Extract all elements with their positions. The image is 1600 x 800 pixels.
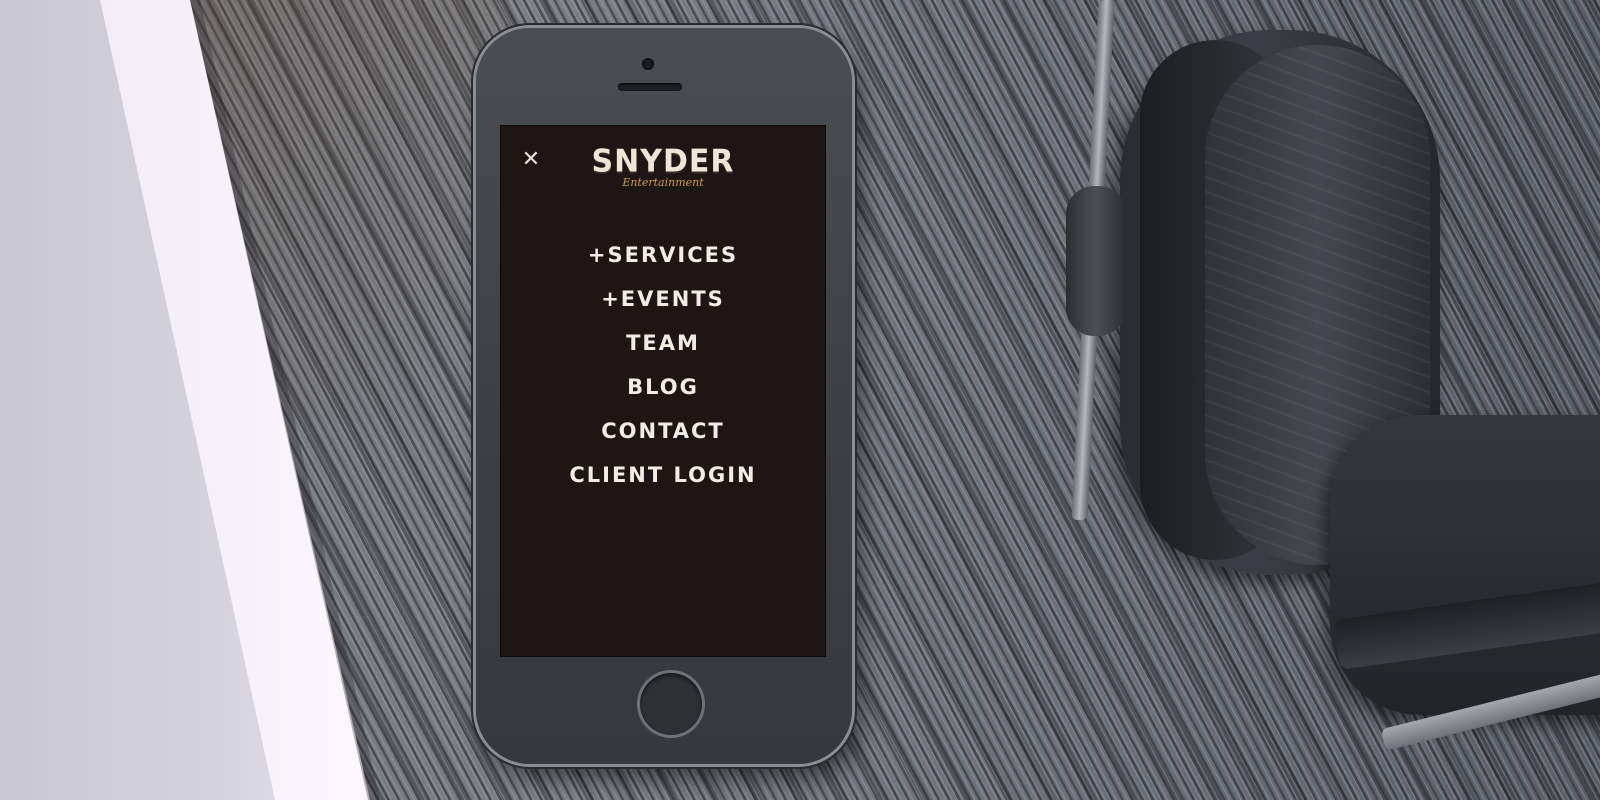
headphone-hinge — [1066, 186, 1126, 336]
menu-item-contact[interactable]: CONTACT — [500, 409, 826, 453]
phone-screen: ✕ SNYDER Entertainment +SERVICES +EVENTS… — [500, 125, 826, 657]
menu-item-blog[interactable]: BLOG — [500, 365, 826, 409]
site-logo[interactable]: SNYDER Entertainment — [500, 143, 826, 189]
menu-item-services[interactable]: +SERVICES — [500, 233, 826, 277]
earpiece-speaker — [618, 83, 682, 91]
front-camera — [642, 58, 654, 70]
home-button — [640, 673, 702, 735]
menu-item-team[interactable]: TEAM — [500, 321, 826, 365]
logo-name: SNYDER — [591, 143, 735, 180]
menu-item-client-login[interactable]: CLIENT LOGIN — [500, 453, 826, 497]
headphone-second-cup — [1330, 415, 1600, 715]
navigation-menu: +SERVICES +EVENTS TEAM BLOG CONTACT CLIE… — [500, 233, 826, 497]
menu-item-events[interactable]: +EVENTS — [500, 277, 826, 321]
smartphone: ✕ SNYDER Entertainment +SERVICES +EVENTS… — [476, 28, 852, 764]
